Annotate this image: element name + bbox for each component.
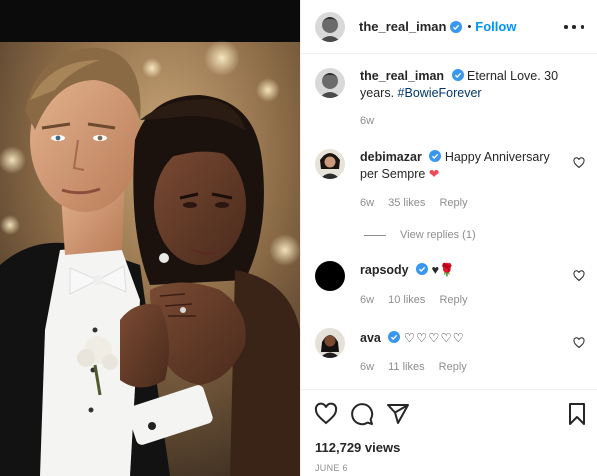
comment-body: ava ♡♡♡♡♡ <box>360 330 560 347</box>
separator-dot: • <box>467 20 472 33</box>
caption-hashtag[interactable]: #BowieForever <box>398 86 482 100</box>
follow-button[interactable]: Follow <box>475 19 516 34</box>
comment-body: rapsody ♥🌹 <box>360 262 560 279</box>
like-comment-heart-icon[interactable] <box>573 337 585 349</box>
verified-badge-icon <box>451 69 464 81</box>
views-count[interactable]: 112,729 views <box>315 440 400 455</box>
comment-age: 6w <box>360 294 375 306</box>
comment-meta: 6w 11 likes Reply <box>360 361 478 373</box>
reply-button[interactable]: Reply <box>439 361 467 373</box>
comment-meta: 6w 10 likes Reply <box>360 294 479 306</box>
bookmark-icon[interactable] <box>565 402 589 426</box>
reply-button[interactable]: Reply <box>439 197 467 209</box>
more-options-icon[interactable] <box>564 18 584 36</box>
commenter-avatar[interactable] <box>315 328 345 358</box>
comment-thread[interactable]: the_real_iman Eternal Love. 30 years. #B… <box>301 55 597 389</box>
verified-badge-icon <box>429 150 442 162</box>
comment-likes[interactable]: 11 likes <box>388 361 424 373</box>
post-header: the_real_iman • Follow <box>301 0 597 54</box>
caption-age: 6w <box>360 115 375 127</box>
comment-emoji: ♡♡♡♡♡ <box>403 331 465 345</box>
replies-line <box>364 234 386 236</box>
comment-icon[interactable] <box>350 402 374 426</box>
caption-body: the_real_iman Eternal Love. 30 years. #B… <box>360 68 560 102</box>
comment-username[interactable]: ava <box>360 331 381 345</box>
comment-username[interactable]: rapsody <box>360 263 409 277</box>
comment-age: 6w <box>360 361 375 373</box>
commenter-avatar[interactable] <box>315 261 345 291</box>
post-photo[interactable] <box>0 0 300 476</box>
comment-meta: 6w 35 likes Reply <box>360 197 479 209</box>
post-detail-panel: the_real_iman • Follow the_real_iman Ete… <box>300 0 597 476</box>
commenter-avatar[interactable] <box>315 149 345 179</box>
post-actions: 112,729 views JUNE 6 <box>301 389 597 476</box>
comment-likes[interactable]: 35 likes <box>388 197 425 209</box>
post-date[interactable]: JUNE 6 <box>315 463 348 473</box>
author-avatar[interactable] <box>315 68 345 98</box>
like-comment-heart-icon[interactable] <box>573 157 585 169</box>
view-replies-label[interactable]: View replies (1) <box>400 229 476 241</box>
comment-username[interactable]: debimazar <box>360 150 422 164</box>
verified-badge-icon <box>388 331 401 343</box>
verified-badge-icon <box>450 20 463 33</box>
comment-emoji: ♥🌹 <box>431 263 455 277</box>
view-replies-toggle[interactable]: View replies (1) <box>364 229 476 241</box>
comment-age: 6w <box>360 197 375 209</box>
share-icon[interactable] <box>386 402 410 426</box>
author-avatar[interactable] <box>315 11 345 42</box>
caption-meta: 6w <box>360 115 385 127</box>
heart-emoji: ❤ <box>428 167 440 181</box>
caption-username[interactable]: the_real_iman <box>360 69 444 83</box>
like-comment-heart-icon[interactable] <box>573 270 585 282</box>
reply-button[interactable]: Reply <box>439 294 467 306</box>
heart-icon[interactable] <box>314 402 338 426</box>
instagram-post-window: the_real_iman • Follow the_real_iman Ete… <box>0 0 597 476</box>
comment-body: debimazar Happy Anniversary per Sempre ❤ <box>360 149 560 183</box>
author-username[interactable]: the_real_iman <box>359 19 446 34</box>
verified-badge-icon <box>416 263 429 275</box>
comment-likes[interactable]: 10 likes <box>388 294 425 306</box>
